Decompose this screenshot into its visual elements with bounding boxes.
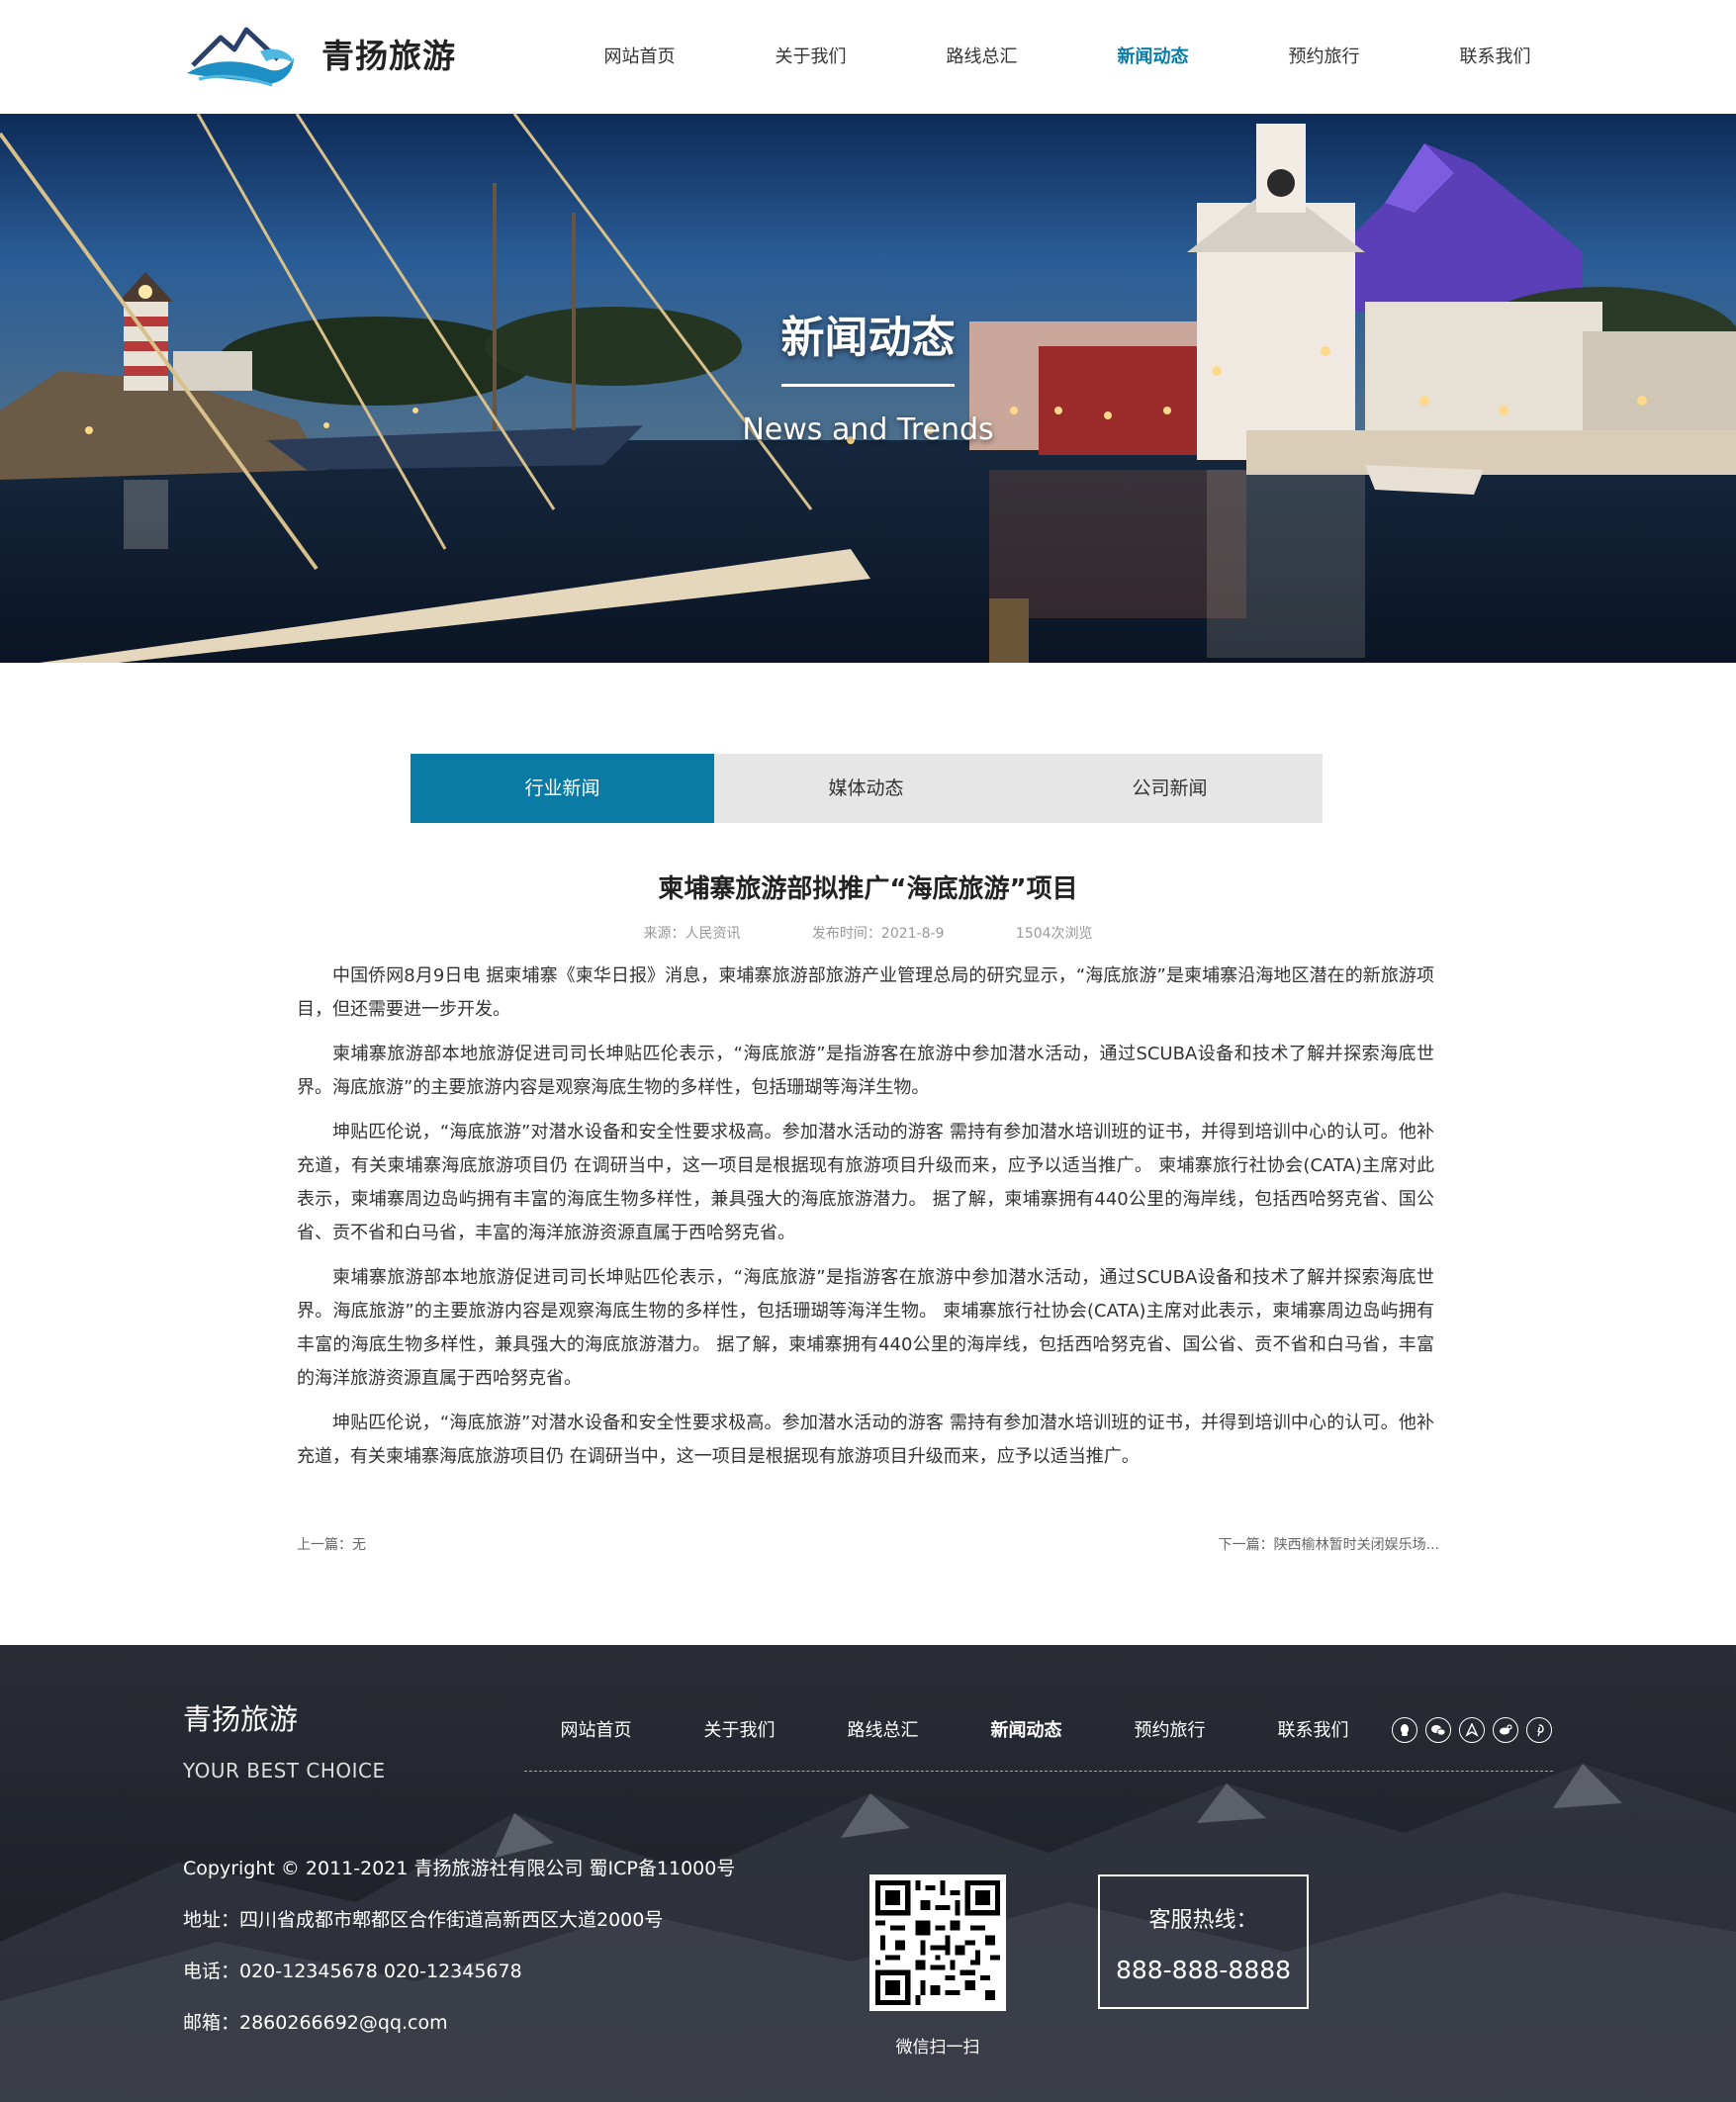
hotline-box: 客服热线： 888-888-8888 xyxy=(1098,1874,1309,2009)
footer-nav-about[interactable]: 关于我们 xyxy=(668,1716,811,1742)
logo-text: 青扬旅游 xyxy=(321,37,456,75)
banner-harbor-scene xyxy=(0,114,1736,663)
hotline-number[interactable]: 888-888-8888 xyxy=(1100,1956,1307,1984)
article-paragraph: 柬埔寨旅游部本地旅游促进司司长坤贴匹伦表示，“海底旅游”是指游客在旅游中参加潜水… xyxy=(297,1267,1434,1389)
article-paragraph: 坤贴匹伦说，“海底旅游”对潜水设备和安全性要求极高。参加潜水活动的游客 需持有参… xyxy=(297,1122,1434,1243)
article-paragraph: 中国侨网8月9日电 据柬埔寨《柬华日报》消息，柬埔寨旅游部旅游产业管理总局的研究… xyxy=(297,965,1434,1020)
tab-company-news[interactable]: 公司新闻 xyxy=(1018,754,1322,823)
footer-nav-news[interactable]: 新闻动态 xyxy=(955,1716,1098,1742)
qr-label: 微信扫一扫 xyxy=(895,2038,980,2057)
banner-divider xyxy=(781,384,955,387)
logo-mountain-wave-icon xyxy=(187,27,294,87)
footer-nav-booking[interactable]: 预约旅行 xyxy=(1098,1716,1241,1742)
footer-contact-info: Copyright © 2011-2021 青扬旅游社有限公司 蜀ICP备110… xyxy=(183,1856,735,2061)
footer-nav-home[interactable]: 网站首页 xyxy=(524,1716,668,1742)
nav-item-routes[interactable]: 路线总汇 xyxy=(896,0,1067,114)
tab-industry-news[interactable]: 行业新闻 xyxy=(411,754,714,823)
footer-nav: 网站首页 关于我们 路线总汇 新闻动态 预约旅行 联系我们 xyxy=(524,1716,1385,1742)
article-source: 来源：人民资讯 xyxy=(643,926,741,942)
article-paragraph: 柬埔寨旅游部本地旅游促进司司长坤贴匹伦表示，“海底旅游”是指游客在旅游中参加潜水… xyxy=(297,1044,1434,1098)
nav-item-home[interactable]: 网站首页 xyxy=(554,0,725,114)
footer-nav-routes[interactable]: 路线总汇 xyxy=(811,1716,955,1742)
site-footer: 青扬旅游 YOUR BEST CHOICE 网站首页 关于我们 路线总汇 新闻动… xyxy=(0,1645,1736,2102)
footer-slogan: YOUR BEST CHOICE xyxy=(183,1759,386,1782)
article-body: 中国侨网8月9日电 据柬埔寨《柬华日报》消息，柬埔寨旅游部旅游产业管理总局的研究… xyxy=(297,960,1434,1485)
banner-subtitle: News and Trends xyxy=(742,412,994,447)
hotline-label: 客服热线： xyxy=(1148,1908,1258,1933)
footer-divider xyxy=(524,1771,1553,1772)
wechat-qr-code xyxy=(869,1874,1006,2011)
footer-copyright: Copyright © 2011-2021 青扬旅游社有限公司 蜀ICP备110… xyxy=(183,1858,736,1879)
weibo-icon[interactable] xyxy=(1493,1717,1518,1743)
logo[interactable]: 青扬旅游 xyxy=(183,18,456,89)
news-category-tabs: 行业新闻 媒体动态 公司新闻 xyxy=(411,754,1323,823)
qq-icon[interactable] xyxy=(1392,1717,1417,1743)
footer-nav-contact[interactable]: 联系我们 xyxy=(1241,1716,1385,1742)
article-meta: 来源：人民资讯 发布时间：2021-8-9 1504次浏览 xyxy=(0,923,1736,943)
tab-media-news[interactable]: 媒体动态 xyxy=(714,754,1018,823)
site-header: 青扬旅游 网站首页 关于我们 路线总汇 新闻动态 预约旅行 联系我们 xyxy=(0,0,1736,114)
footer-brand: 青扬旅游 xyxy=(183,1702,299,1736)
banner-title: 新闻动态 xyxy=(780,313,956,363)
prev-article-link[interactable]: 上一篇：无 xyxy=(297,1534,366,1554)
nav-item-contact[interactable]: 联系我们 xyxy=(1410,0,1581,114)
nav-item-news[interactable]: 新闻动态 xyxy=(1067,0,1238,114)
article-views: 1504次浏览 xyxy=(1015,926,1093,942)
article-date: 发布时间：2021-8-9 xyxy=(811,926,945,942)
footer-address: 地址：四川省成都市郫都区合作街道高新西区大道2000号 xyxy=(183,1909,664,1931)
wechat-icon[interactable] xyxy=(1425,1717,1451,1743)
hero-banner: 新闻动态 News and Trends xyxy=(0,114,1736,663)
pinterest-icon[interactable] xyxy=(1526,1717,1552,1743)
main-nav: 网站首页 关于我们 路线总汇 新闻动态 预约旅行 联系我们 xyxy=(554,0,1581,114)
alipay-icon[interactable] xyxy=(1459,1717,1485,1743)
next-article-link[interactable]: 下一篇：陕西榆林暂时关闭娱乐场... xyxy=(1219,1534,1439,1554)
footer-phone: 电话：020-12345678 020-12345678 xyxy=(183,1961,522,1982)
social-icons xyxy=(1392,1717,1552,1743)
footer-email[interactable]: 邮箱：2860266692@qq.com xyxy=(183,2010,735,2036)
nav-item-about[interactable]: 关于我们 xyxy=(725,0,896,114)
nav-item-booking[interactable]: 预约旅行 xyxy=(1238,0,1410,114)
qr-code-icon xyxy=(875,1880,1000,2005)
article-paragraph: 坤贴匹伦说，“海底旅游”对潜水设备和安全性要求极高。参加潜水活动的游客 需持有参… xyxy=(297,1413,1434,1467)
article-title: 柬埔寨旅游部拟推广“海底旅游”项目 xyxy=(658,874,1078,904)
